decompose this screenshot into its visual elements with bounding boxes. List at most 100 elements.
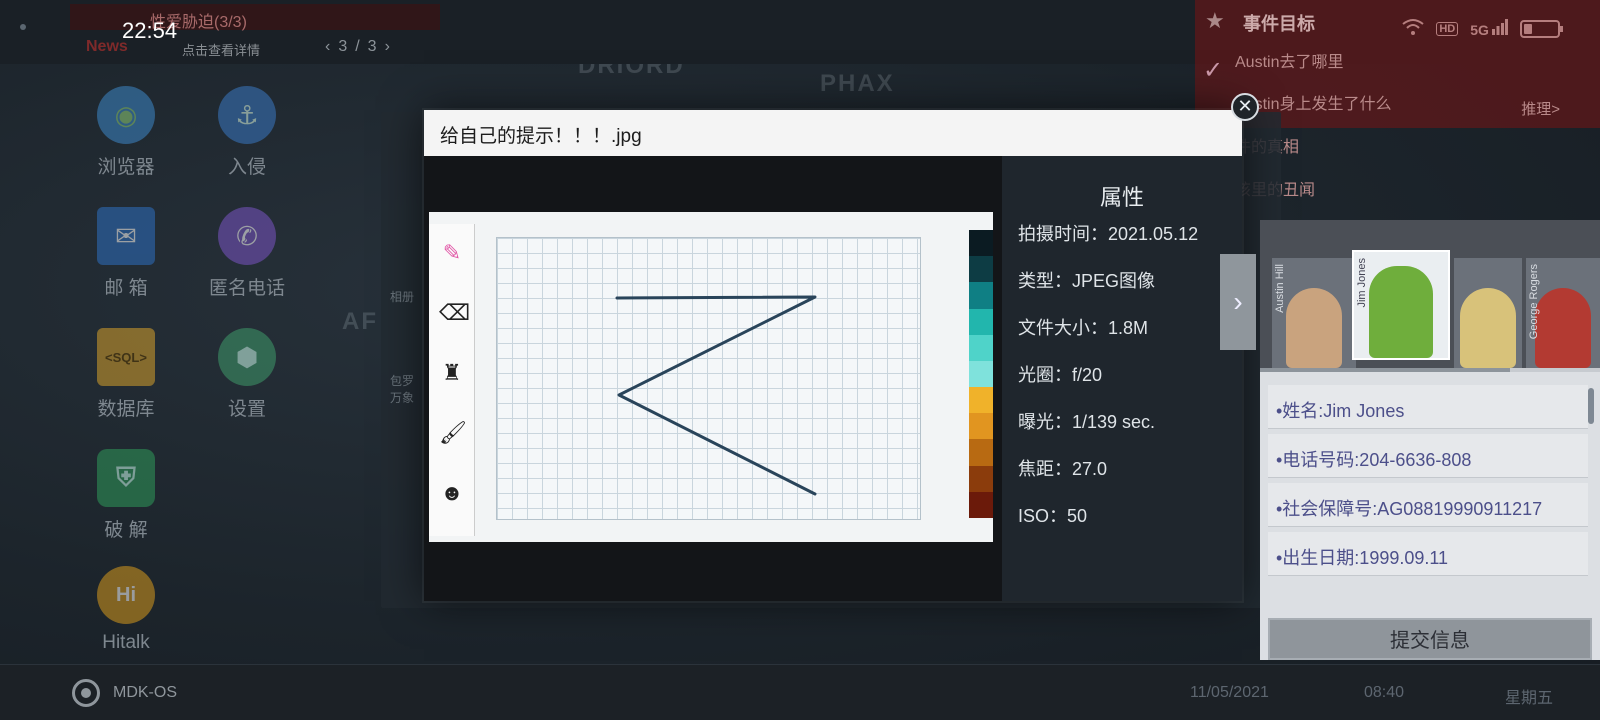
map-label: PHAX — [820, 70, 895, 97]
chevron-left-icon[interactable]: ‹ — [325, 38, 338, 55]
map-label: AF — [342, 308, 378, 335]
chevron-right-icon[interactable]: › — [385, 38, 398, 55]
palette-swatch — [969, 439, 993, 466]
background-phone-apps: 相册 包罗万象 — [386, 230, 421, 405]
info-field-phone[interactable]: •电话号码:204-6636-808 — [1268, 434, 1588, 478]
app-browser[interactable]: ◉ 浏览器 — [61, 86, 191, 179]
pencil-icon: ✎ — [442, 240, 462, 265]
beard-icon: ☻ — [440, 480, 464, 505]
app-label: 数据库 — [97, 399, 155, 420]
news-pager[interactable]: ‹3/3› — [325, 38, 398, 56]
app-label: 入侵 — [227, 157, 266, 178]
info-field-ssn[interactable]: •社会保障号:AG08819990911217 — [1268, 483, 1588, 527]
taskbar-time: 08:40 — [1364, 684, 1405, 701]
star-icon: ★ — [1205, 8, 1225, 33]
property-taken-time: 拍摄时间：2021.05.12 — [1018, 224, 1199, 244]
app-hitalk[interactable]: Hi Hitalk — [61, 566, 191, 654]
property-type: 类型：JPEG图像 — [1018, 271, 1156, 291]
color-palette — [969, 230, 993, 518]
taskbar: MDK-OS 11/05/2021 08:40 星期五 — [0, 664, 1600, 720]
news-details-link[interactable]: 点击查看详情 — [182, 40, 260, 59]
palette-swatch — [969, 360, 993, 388]
avatar — [1460, 288, 1516, 368]
hook-icon: ⚓ — [218, 86, 276, 144]
globe-icon: ◉ — [97, 86, 155, 144]
news-page-count: 3/3 — [338, 38, 385, 55]
properties-panel: 属性 拍摄时间：2021.05.12 类型：JPEG图像 文件大小：1.8M 光… — [1002, 156, 1242, 601]
character-card: Austin Hill Jim Jones George Rogers •姓名:… — [1260, 220, 1600, 660]
grid-paper — [496, 237, 921, 520]
app-label: 邮 箱 — [104, 278, 148, 299]
os-name: MDK-OS — [113, 684, 177, 701]
sketch-drawing — [615, 295, 817, 496]
app-crack[interactable]: ⛨ 破 解 — [61, 449, 191, 542]
goals-title: 事件目标 — [1243, 14, 1315, 34]
os-logo-icon[interactable] — [72, 679, 100, 707]
palette-swatch — [969, 256, 993, 283]
portrait-scrollbar[interactable] — [1260, 368, 1600, 372]
property-focal-length: 焦距：27.0 — [1018, 459, 1108, 479]
app-settings[interactable]: ⬢ 设置 — [182, 328, 312, 421]
viewer-title: 给自己的提示！！！.jpg — [424, 110, 1242, 156]
taskbar-date: 11/05/2021 — [1190, 684, 1269, 701]
taskbar-weekday: 星期五 — [1505, 690, 1554, 707]
shop-label: 包罗万象 — [390, 374, 415, 405]
gear-icon: ⬢ — [218, 328, 276, 386]
app-mail[interactable]: ✉ 邮 箱 — [61, 207, 191, 300]
property-aperture: 光圈：f/20 — [1018, 365, 1103, 385]
hitalk-icon: Hi — [97, 566, 155, 624]
phone-icon: ✆ — [218, 207, 276, 265]
album-label: 相册 — [390, 290, 415, 304]
goal-item[interactable]: Austin去了哪里 — [1235, 48, 1343, 72]
app-label: 设置 — [227, 399, 266, 420]
portrait-name: Austin Hill — [1274, 264, 1286, 313]
photo-toolbar: ✎ ⌫ ♜ 🖌 ☻ — [429, 224, 475, 536]
avatar — [1286, 288, 1342, 368]
info-field-name[interactable]: •姓名:Jim Jones — [1268, 385, 1588, 429]
property-file-size: 文件大小：1.8M — [1018, 318, 1149, 338]
portrait-unknown[interactable] — [1454, 258, 1522, 368]
palette-swatch — [969, 334, 993, 361]
submit-button[interactable]: 提交信息 — [1268, 618, 1592, 660]
sql-icon: <SQL> — [97, 328, 155, 386]
info-field-birthdate[interactable]: •出生日期:1999.09.11 — [1268, 532, 1588, 576]
palette-swatch — [969, 465, 993, 492]
app-label: 破 解 — [104, 520, 148, 541]
palette-swatch — [969, 308, 993, 335]
dot-icon — [20, 24, 26, 30]
portrait-austin-hill[interactable]: Austin Hill — [1272, 258, 1356, 368]
eraser-icon: ⌫ — [439, 300, 471, 325]
palette-swatch — [969, 491, 993, 518]
portrait-jim-jones[interactable]: Jim Jones — [1352, 250, 1450, 360]
status-time: 22:54 — [122, 18, 178, 43]
property-iso: ISO：50 — [1018, 506, 1088, 526]
portrait-name: George Rogers — [1528, 264, 1540, 340]
mail-icon: ✉ — [97, 207, 155, 265]
chevron-right-icon[interactable]: › — [1220, 254, 1256, 350]
app-label: 浏览器 — [97, 157, 155, 178]
shield-icon: ⛨ — [97, 449, 155, 507]
avatar — [1369, 266, 1433, 358]
image-viewer: 给自己的提示！！！.jpg ✎ ⌫ ♜ 🖌 ☻ 属性 拍摄时间：2021.05.… — [424, 110, 1242, 601]
app-anon-phone[interactable]: ✆ 匿名电话 — [182, 207, 312, 300]
info-field-list: •姓名:Jim Jones •电话号码:204-6636-808 •社会保障号:… — [1268, 385, 1588, 600]
portrait-strip: Austin Hill Jim Jones George Rogers — [1260, 220, 1600, 370]
close-icon[interactable]: ✕ — [1231, 93, 1259, 121]
reasoning-link[interactable]: 推理> — [1521, 98, 1560, 119]
app-hack[interactable]: ⚓ 入侵 — [182, 86, 312, 179]
property-exposure: 曝光：1/139 sec. — [1018, 412, 1156, 432]
news-badge: News — [86, 38, 128, 55]
app-label: 匿名电话 — [208, 278, 285, 299]
stamp-icon: ♜ — [442, 360, 462, 385]
portrait-scrollbar-thumb[interactable] — [1260, 368, 1510, 372]
app-database[interactable]: <SQL> 数据库 — [61, 328, 191, 421]
palette-swatch — [969, 230, 993, 257]
portrait-name: Jim Jones — [1356, 258, 1368, 308]
properties-title: 属性 — [1099, 185, 1144, 210]
portrait-george-rogers[interactable]: George Rogers — [1526, 258, 1600, 368]
check-icon: ✓ — [1203, 57, 1224, 84]
palette-swatch — [969, 413, 993, 440]
list-scrollbar[interactable] — [1588, 388, 1594, 424]
avatar — [1535, 288, 1591, 368]
palette-swatch — [969, 282, 993, 309]
